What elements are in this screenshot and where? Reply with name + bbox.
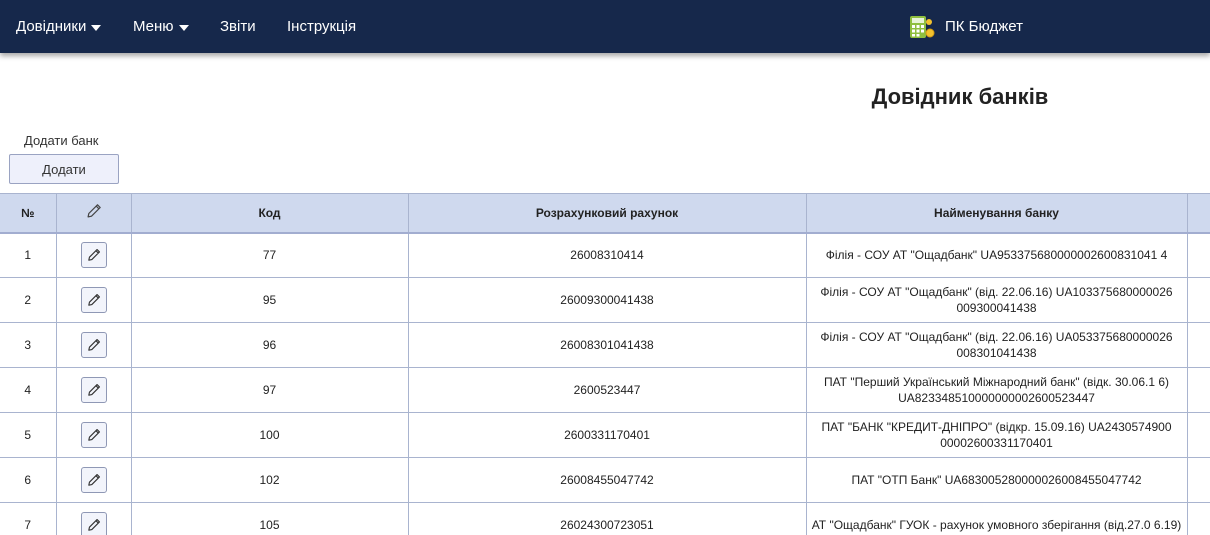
cell-rakhunok: 2600523447 bbox=[408, 367, 807, 413]
cell-kod: 96 bbox=[131, 322, 409, 368]
cell-kod: 100 bbox=[131, 412, 409, 458]
caret-down-icon bbox=[91, 24, 102, 31]
cell-kod: 77 bbox=[131, 232, 409, 278]
cell-bank: АТ "Ощадбанк" ГУОК - рахунок умовного зб… bbox=[806, 502, 1188, 535]
pencil-icon bbox=[87, 293, 101, 307]
header-extra bbox=[1187, 193, 1210, 234]
banks-table: № Код Розрахунковий рахунок Найменування… bbox=[0, 193, 1210, 535]
cell-extra bbox=[1187, 502, 1210, 535]
top-navbar: Довідники Меню Звіти Інструкція ПК Бюдже… bbox=[0, 0, 1210, 53]
table-row[interactable]: 3 96 26008301041438 Філія - СОУ АТ "Ощадбан… bbox=[0, 322, 1210, 368]
edit-button[interactable] bbox=[80, 287, 107, 313]
edit-button[interactable] bbox=[80, 422, 107, 448]
table-row[interactable]: 2 95 26009300041438 Філія - СОУ АТ "Ощадбан… bbox=[0, 277, 1210, 323]
caret-down-icon bbox=[178, 24, 189, 31]
pencil-icon bbox=[87, 518, 101, 532]
header-rakhunok[interactable]: Розрахунковий рахунок bbox=[408, 193, 807, 234]
pencil-icon bbox=[87, 428, 101, 442]
cell-rakhunok: 2600331170401 bbox=[408, 412, 807, 458]
cell-extra bbox=[1187, 322, 1210, 368]
nav-dovidnyky-dropdown[interactable]: Довідники bbox=[16, 0, 102, 53]
table-row[interactable]: 6 102 26008455047742 ПАТ "ОТП Банк" UA68300… bbox=[0, 457, 1210, 503]
header-kod[interactable]: Код bbox=[131, 193, 409, 234]
cell-edit bbox=[56, 277, 132, 323]
cell-edit bbox=[56, 502, 132, 535]
pencil-icon bbox=[87, 383, 101, 397]
edit-button[interactable] bbox=[80, 377, 107, 403]
cell-num: 6 bbox=[0, 457, 57, 503]
nav-zvity-label: Звіти bbox=[220, 18, 256, 35]
pencil-icon bbox=[87, 473, 101, 487]
cell-edit bbox=[56, 322, 132, 368]
cell-rakhunok: 26008455047742 bbox=[408, 457, 807, 503]
add-bank-button[interactable]: Додати bbox=[9, 154, 119, 184]
nav-dovidnyky-label: Довідники bbox=[16, 18, 87, 35]
cell-edit bbox=[56, 232, 132, 278]
cell-kod: 95 bbox=[131, 277, 409, 323]
cell-bank: Філія - СОУ АТ "Ощадбанк" (від. 22.06.16… bbox=[806, 277, 1188, 323]
cell-extra bbox=[1187, 412, 1210, 458]
cell-num: 7 bbox=[0, 502, 57, 535]
cell-kod: 105 bbox=[131, 502, 409, 535]
calculator-coins-icon bbox=[909, 14, 935, 40]
table-row[interactable]: 7 105 26024300723051 АТ "Ощадбанк" ГУОК - р… bbox=[0, 502, 1210, 535]
cell-bank: ПАТ "ОТП Банк" UA68300528000002600845504… bbox=[806, 457, 1188, 503]
cell-bank: Філія - СОУ АТ "Ощадбанк" (від. 22.06.16… bbox=[806, 322, 1188, 368]
add-bank-label: Додати банк bbox=[24, 133, 99, 148]
nav-zvity-link[interactable]: Звіти bbox=[220, 0, 256, 53]
cell-extra bbox=[1187, 367, 1210, 413]
edit-button[interactable] bbox=[80, 512, 107, 535]
cell-rakhunok: 26009300041438 bbox=[408, 277, 807, 323]
cell-extra bbox=[1187, 277, 1210, 323]
cell-bank: ПАТ "Перший Український Міжнародний банк… bbox=[806, 367, 1188, 413]
cell-bank: Філія - СОУ АТ "Ощадбанк" UA953375680000… bbox=[806, 232, 1188, 278]
table-header-row: № Код Розрахунковий рахунок Найменування… bbox=[0, 193, 1210, 234]
nav-menu-dropdown[interactable]: Меню bbox=[133, 0, 189, 53]
nav-menu-label: Меню bbox=[133, 18, 174, 35]
table-row[interactable]: 4 97 2600523447 ПАТ "Перший Український Між… bbox=[0, 367, 1210, 413]
brand-label: ПК Бюджет bbox=[945, 18, 1023, 35]
cell-num: 3 bbox=[0, 322, 57, 368]
page-title: Довідник банків bbox=[871, 84, 1049, 109]
nav-instruktsiia-label: Інструкція bbox=[287, 18, 357, 35]
header-edit bbox=[56, 193, 132, 234]
cell-edit bbox=[56, 367, 132, 413]
header-bank[interactable]: Найменування банку bbox=[806, 193, 1188, 234]
brand[interactable]: ПК Бюджет bbox=[909, 0, 1023, 53]
pencil-icon bbox=[87, 248, 101, 262]
pencil-icon bbox=[87, 338, 101, 352]
cell-extra bbox=[1187, 232, 1210, 278]
table-row[interactable]: 5 100 2600331170401 ПАТ "БАНК "КРЕДИТ-ДНІПР… bbox=[0, 412, 1210, 458]
cell-num: 1 bbox=[0, 232, 57, 278]
edit-button[interactable] bbox=[80, 332, 107, 358]
cell-num: 2 bbox=[0, 277, 57, 323]
cell-kod: 97 bbox=[131, 367, 409, 413]
cell-extra bbox=[1187, 457, 1210, 503]
nav-instruktsiia-link[interactable]: Інструкція bbox=[287, 0, 356, 53]
cell-edit bbox=[56, 412, 132, 458]
cell-edit bbox=[56, 457, 132, 503]
cell-num: 5 bbox=[0, 412, 57, 458]
pencil-icon bbox=[86, 204, 102, 222]
cell-bank: ПАТ "БАНК "КРЕДИТ-ДНІПРО" (відкр. 15.09.… bbox=[806, 412, 1188, 458]
cell-num: 4 bbox=[0, 367, 57, 413]
edit-button[interactable] bbox=[80, 242, 107, 269]
table-row[interactable]: 1 77 26008310414 Філія - СОУ АТ "Ощадбанк" … bbox=[0, 232, 1210, 278]
cell-kod: 102 bbox=[131, 457, 409, 503]
cell-rakhunok: 26008310414 bbox=[408, 232, 807, 278]
cell-rakhunok: 26024300723051 bbox=[408, 502, 807, 535]
header-num[interactable]: № bbox=[0, 193, 57, 234]
edit-button[interactable] bbox=[80, 467, 107, 493]
cell-rakhunok: 26008301041438 bbox=[408, 322, 807, 368]
